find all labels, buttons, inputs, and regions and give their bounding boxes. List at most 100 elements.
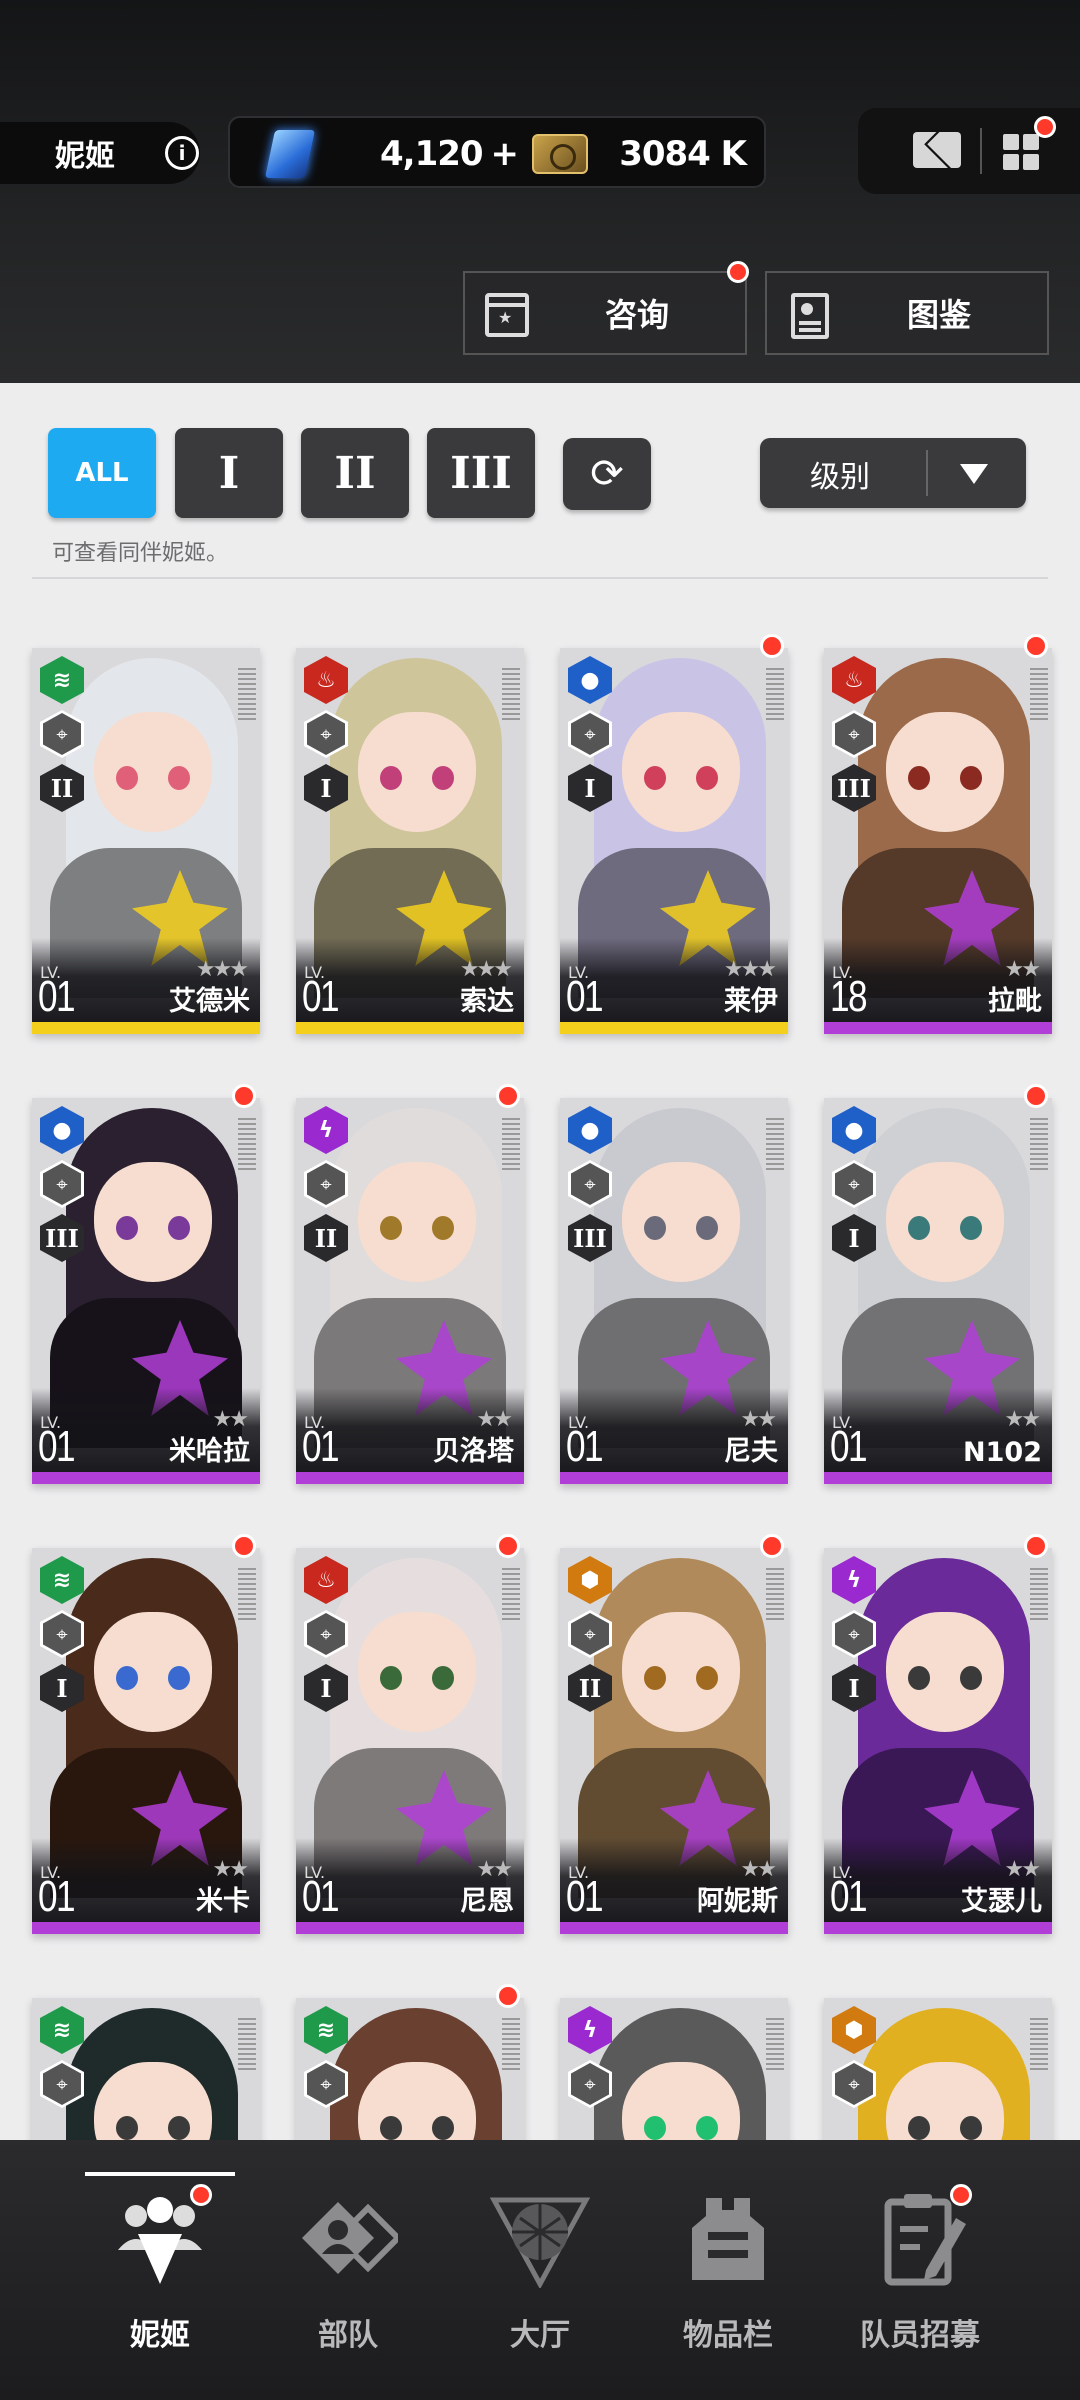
nikke-card[interactable]: ϟ ⌖ I LV. 01 ★★ 艾瑟儿 xyxy=(824,1548,1052,1934)
squad-icon xyxy=(302,2202,398,2274)
top-bar: 妮姬 i 4,120+ 3084 K 咨询 图鉴 xyxy=(0,0,1080,383)
nikke-card[interactable]: ϟ ⌖ xyxy=(560,1998,788,2140)
portrait-eye xyxy=(380,766,402,790)
level-value: 01 xyxy=(38,1872,76,1921)
portrait-face xyxy=(94,712,212,832)
bottom-nav: 妮姬 部队 大厅 物品栏 队员招募 xyxy=(0,2140,1080,2400)
barcode-decoration xyxy=(502,2018,520,2070)
portrait-eye xyxy=(116,766,138,790)
notification-dot xyxy=(232,1084,256,1108)
nikke-card[interactable]: ≋ ⌖ II LV. 01 ★★★ 艾德米 xyxy=(32,648,260,1034)
rarity-strip xyxy=(824,1922,1052,1934)
nav-nikke[interactable]: 妮姬 xyxy=(60,2140,260,2400)
portrait-eye xyxy=(168,2116,190,2140)
nav-recruit[interactable]: 队员招募 xyxy=(820,2140,1020,2400)
nikke-card[interactable]: ♨ ⌖ III LV. 18 ★★ 拉毗 xyxy=(824,648,1052,1034)
notification-dot xyxy=(496,1534,520,1558)
level-value: 01 xyxy=(38,1422,76,1471)
codex-label: 图鉴 xyxy=(907,296,972,334)
filter-all-button[interactable]: ALL xyxy=(48,428,156,518)
portrait-eye xyxy=(644,2116,666,2140)
portrait-eye xyxy=(908,1216,930,1240)
portrait-eye xyxy=(908,1666,930,1690)
nikke-card[interactable]: ♨ ⌖ I LV. 01 ★★★ 索达 xyxy=(296,648,524,1034)
filter-burst-2-button[interactable]: II xyxy=(301,428,409,518)
barcode-decoration xyxy=(766,668,784,720)
character-name: 艾德米 xyxy=(169,986,250,1017)
nikke-card[interactable]: ≋ ⌖ I LV. 01 ★★ 米卡 xyxy=(32,1548,260,1934)
portrait-eye xyxy=(116,1666,138,1690)
barcode-decoration xyxy=(502,1118,520,1170)
portrait-eye xyxy=(908,766,930,790)
sort-label: 级别 xyxy=(810,460,870,495)
portrait-eye xyxy=(380,2116,402,2140)
character-name: 尼恩 xyxy=(460,1886,514,1917)
nikke-card[interactable]: ≋ ⌖ xyxy=(296,1998,524,2140)
barcode-decoration xyxy=(1030,2018,1048,2070)
portrait-eye xyxy=(432,1666,454,1690)
nav-inventory[interactable]: 物品栏 xyxy=(628,2140,828,2400)
character-name: 拉毗 xyxy=(988,986,1042,1017)
rarity-strip xyxy=(296,1472,524,1484)
barcode-decoration xyxy=(238,668,256,720)
nikke-card[interactable]: ● ⌖ III LV. 01 ★★ 尼夫 xyxy=(560,1098,788,1484)
nav-lobby-label: 大厅 xyxy=(510,2318,570,2353)
gems-amount[interactable]: 4,120 + xyxy=(380,134,519,174)
character-name: 索达 xyxy=(460,986,514,1017)
nikke-card[interactable]: ♨ ⌖ I LV. 01 ★★ 尼恩 xyxy=(296,1548,524,1934)
portrait-eye xyxy=(644,1216,666,1240)
character-name: 贝洛塔 xyxy=(433,1436,514,1467)
rarity-strip xyxy=(824,1022,1052,1034)
nikke-card[interactable]: ● ⌖ I LV. 01 ★★★ 莱伊 xyxy=(560,648,788,1034)
portrait-eye xyxy=(960,1216,982,1240)
nav-squad-label: 部队 xyxy=(318,2318,378,2353)
barcode-decoration xyxy=(502,668,520,720)
rarity-strip xyxy=(296,1922,524,1934)
add-gems-icon[interactable]: + xyxy=(491,134,519,174)
level-value: 01 xyxy=(302,1872,340,1921)
notification-dot xyxy=(1024,634,1048,658)
rarity-strip xyxy=(824,1472,1052,1484)
notification-dot xyxy=(760,634,784,658)
barcode-decoration xyxy=(766,1118,784,1170)
filter-burst-1-button[interactable]: I xyxy=(175,428,283,518)
divider xyxy=(32,577,1048,579)
nav-lobby[interactable]: 大厅 xyxy=(440,2140,640,2400)
portrait-eye xyxy=(696,766,718,790)
nikke-card[interactable]: ⬢ ⌖ xyxy=(824,1998,1052,2140)
nikke-card[interactable]: ● ⌖ III LV. 01 ★★ 米哈拉 xyxy=(32,1098,260,1484)
level-value: 01 xyxy=(830,1422,868,1471)
level-value: 18 xyxy=(830,972,868,1021)
lobby-icon xyxy=(490,2197,590,2288)
refresh-icon[interactable]: ⟳ xyxy=(563,438,651,510)
sort-dropdown[interactable]: 级别 xyxy=(760,438,1026,508)
portrait-eye xyxy=(908,2116,930,2140)
notification-dot xyxy=(760,1534,784,1558)
level-value: 01 xyxy=(566,1422,604,1471)
portrait-eye xyxy=(696,1666,718,1690)
info-icon[interactable]: i xyxy=(165,136,199,170)
level-value: 01 xyxy=(566,972,604,1021)
nikke-card[interactable]: ⬢ ⌖ II LV. 01 ★★ 阿妮斯 xyxy=(560,1548,788,1934)
consult-button[interactable]: 咨询 xyxy=(463,261,749,355)
portrait-face xyxy=(94,1612,212,1732)
menu-grid-icon[interactable] xyxy=(1003,134,1041,172)
barcode-decoration xyxy=(238,2018,256,2070)
portrait-eye xyxy=(116,2116,138,2140)
notification-dot xyxy=(232,1534,256,1558)
rarity-strip xyxy=(296,1022,524,1034)
nikke-card[interactable]: ϟ ⌖ II LV. 01 ★★ 贝洛塔 xyxy=(296,1098,524,1484)
portrait-eye xyxy=(644,766,666,790)
portrait-eye xyxy=(960,1666,982,1690)
level-value: 01 xyxy=(302,972,340,1021)
nav-squad[interactable]: 部队 xyxy=(248,2140,448,2400)
portrait-eye xyxy=(696,2116,718,2140)
nikke-card[interactable]: ≋ ⌖ xyxy=(32,1998,260,2140)
character-name: 艾瑟儿 xyxy=(961,1886,1042,1917)
codex-button[interactable]: 图鉴 xyxy=(765,271,1049,355)
nikke-card[interactable]: ● ⌖ I LV. 01 ★★ N102 xyxy=(824,1098,1052,1484)
mail-icon[interactable] xyxy=(913,132,961,168)
notification-dot xyxy=(496,1984,520,2008)
filter-burst-3-button[interactable]: III xyxy=(427,428,535,518)
notification-dot xyxy=(496,1084,520,1108)
